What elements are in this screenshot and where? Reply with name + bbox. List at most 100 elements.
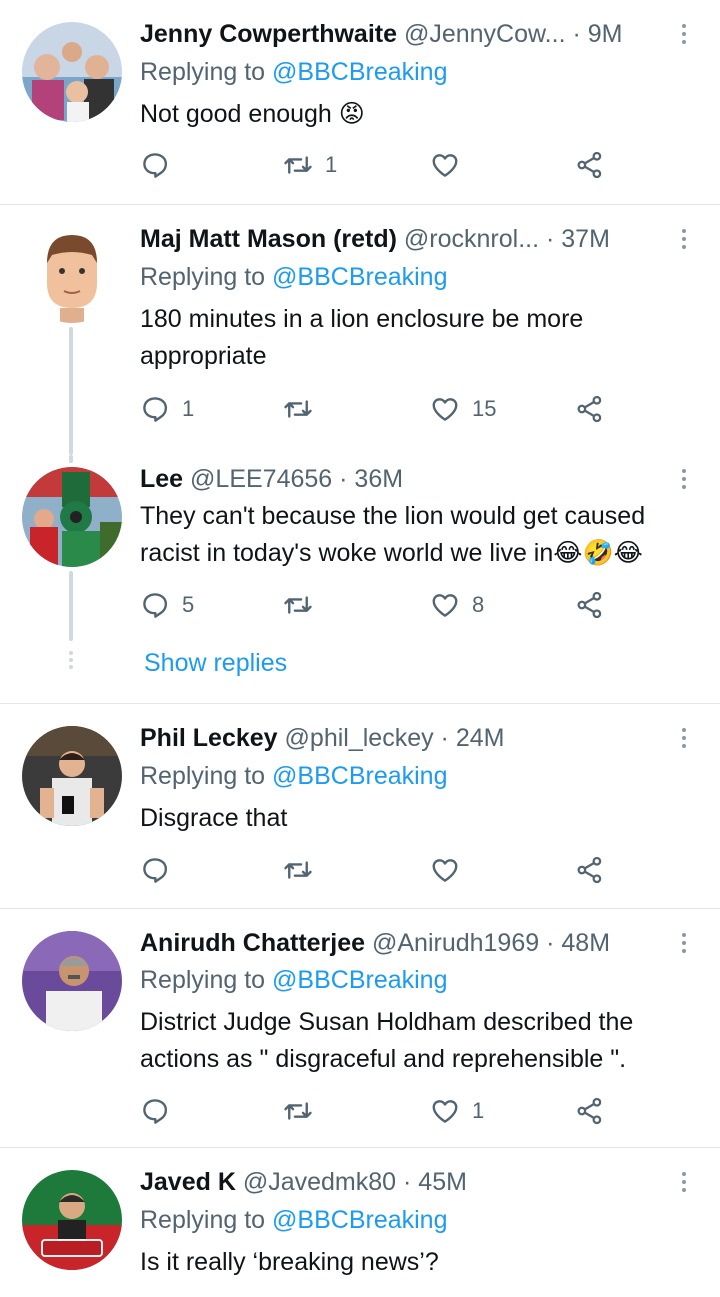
replying-to: Replying to @BBCBreaking bbox=[140, 54, 447, 90]
user-handle[interactable]: @phil_leckey bbox=[285, 724, 434, 752]
more-options-icon[interactable] bbox=[672, 923, 696, 963]
like-button[interactable]: 1 bbox=[430, 1093, 484, 1129]
more-options-icon[interactable] bbox=[672, 219, 696, 259]
mention-link[interactable]: @BBCBreaking bbox=[272, 58, 447, 86]
like-button[interactable]: 15 bbox=[430, 391, 496, 427]
display-name[interactable]: Phil Leckey bbox=[140, 724, 278, 752]
timestamp[interactable]: · 24M bbox=[441, 724, 505, 752]
retweet-button[interactable]: 1 bbox=[283, 147, 337, 183]
tweet-text: District Judge Susan Holdham described t… bbox=[140, 1008, 634, 1073]
avatar-photo bbox=[22, 223, 122, 323]
reply-button[interactable] bbox=[140, 852, 182, 888]
retweet-button[interactable] bbox=[283, 391, 325, 427]
more-options-icon[interactable] bbox=[672, 1162, 696, 1202]
reply-button[interactable] bbox=[140, 1093, 182, 1129]
replying-to: Replying to @BBCBreaking bbox=[140, 962, 447, 998]
reply-button[interactable]: 1 bbox=[140, 391, 194, 427]
mention-link[interactable]: @BBCBreaking bbox=[272, 762, 447, 790]
user-handle[interactable]: @Anirudh1969 bbox=[372, 929, 539, 957]
display-name[interactable]: Lee bbox=[140, 465, 183, 493]
reply-icon bbox=[140, 394, 170, 424]
avatar[interactable] bbox=[22, 726, 122, 826]
like-count: 15 bbox=[472, 396, 497, 421]
like-button[interactable]: 8 bbox=[430, 587, 484, 623]
avatar-photo bbox=[22, 467, 122, 567]
show-replies-link[interactable]: Show replies bbox=[144, 645, 287, 681]
reply-count: 5 bbox=[182, 592, 195, 617]
mention-link[interactable]: @BBCBreaking bbox=[272, 1206, 447, 1234]
tweet-card[interactable]: Anirudh Chatterjee @Anirudh1969 · 48M Re… bbox=[0, 909, 720, 1147]
replying-to: Replying to @BBCBreaking bbox=[140, 259, 447, 295]
avatar-photo bbox=[22, 22, 122, 122]
avatar[interactable] bbox=[22, 223, 122, 323]
timestamp[interactable]: · 37M bbox=[546, 225, 610, 253]
thread-line bbox=[69, 455, 73, 463]
tweet-header: Anirudh Chatterjee @Anirudh1969 · 48M bbox=[140, 923, 660, 963]
timestamp[interactable]: · 45M bbox=[403, 1168, 467, 1196]
mention-link[interactable]: @BBCBreaking bbox=[272, 966, 447, 994]
avatar-photo bbox=[22, 726, 122, 826]
like-button[interactable] bbox=[430, 852, 472, 888]
replying-to-label: Replying to bbox=[140, 263, 273, 291]
display-name[interactable]: Maj Matt Mason (retd) bbox=[140, 225, 397, 253]
retweet-button[interactable] bbox=[283, 852, 325, 888]
avatar[interactable] bbox=[22, 931, 122, 1031]
share-button[interactable] bbox=[575, 587, 605, 623]
retweet-button[interactable] bbox=[283, 1093, 325, 1129]
avatar[interactable] bbox=[22, 467, 122, 567]
like-button[interactable] bbox=[430, 147, 472, 183]
tweet-text: Disgrace that bbox=[140, 804, 288, 832]
like-icon bbox=[430, 1096, 460, 1126]
timestamp[interactable]: · 36M bbox=[339, 465, 403, 493]
share-button[interactable] bbox=[575, 147, 605, 183]
tweet-header: Javed K @Javedmk80 · 45M bbox=[140, 1162, 660, 1202]
tweet-text: They can't because the lion would get ca… bbox=[140, 502, 646, 567]
replying-to: Replying to @BBCBreaking bbox=[140, 758, 447, 794]
reply-button[interactable] bbox=[140, 147, 182, 183]
avatar[interactable] bbox=[22, 22, 122, 122]
display-name[interactable]: Anirudh Chatterjee bbox=[140, 929, 365, 957]
avatar[interactable] bbox=[22, 1170, 122, 1270]
tweet-card[interactable]: Lee @LEE74656 · 36M They can't because t… bbox=[0, 455, 720, 703]
replying-to: Replying to @BBCBreaking bbox=[140, 1202, 447, 1238]
mention-link[interactable]: @BBCBreaking bbox=[272, 263, 447, 291]
tweet-text: Is it really ‘breaking news’? bbox=[140, 1248, 439, 1276]
tweet-card[interactable]: Phil Leckey @phil_leckey · 24M Replying … bbox=[0, 704, 720, 908]
user-handle[interactable]: @JennyCow... bbox=[404, 20, 566, 48]
tweet-header: Lee @LEE74656 · 36M bbox=[140, 459, 660, 499]
share-icon bbox=[575, 855, 605, 885]
replying-to-label: Replying to bbox=[140, 966, 273, 994]
avatar-photo bbox=[22, 1170, 122, 1270]
display-name[interactable]: Jenny Cowperthwaite bbox=[140, 20, 397, 48]
user-handle[interactable]: @Javedmk80 bbox=[243, 1168, 396, 1196]
share-button[interactable] bbox=[575, 1093, 605, 1129]
tweet-header: Phil Leckey @phil_leckey · 24M bbox=[140, 718, 660, 758]
timestamp[interactable]: · 9M bbox=[572, 20, 622, 48]
tweet-card[interactable]: Javed K @Javedmk80 · 45M Replying to @BB… bbox=[0, 1148, 720, 1297]
tweet-header: Jenny Cowperthwaite @JennyCow... · 9M bbox=[140, 14, 660, 54]
thread-line bbox=[69, 327, 73, 455]
replying-to-label: Replying to bbox=[140, 58, 273, 86]
share-icon bbox=[575, 150, 605, 180]
tweet-card[interactable]: Maj Matt Mason (retd) @rocknrol... · 37M… bbox=[0, 205, 720, 455]
user-handle[interactable]: @LEE74656 bbox=[190, 465, 332, 493]
more-options-icon[interactable] bbox=[672, 718, 696, 758]
more-options-icon[interactable] bbox=[672, 459, 696, 499]
more-options-icon[interactable] bbox=[672, 14, 696, 54]
tweet-header: Maj Matt Mason (retd) @rocknrol... · 37M bbox=[140, 219, 660, 259]
like-count: 8 bbox=[472, 592, 485, 617]
share-button[interactable] bbox=[575, 852, 605, 888]
user-handle[interactable]: @rocknrol... bbox=[404, 225, 539, 253]
tweet-text: 180 minutes in a lion enclosure be more … bbox=[140, 305, 584, 370]
retweet-count: 1 bbox=[325, 152, 338, 177]
like-icon bbox=[430, 590, 460, 620]
tweet-card[interactable]: Jenny Cowperthwaite @JennyCow... · 9M Re… bbox=[0, 0, 720, 204]
avatar-photo bbox=[22, 931, 122, 1031]
reply-icon bbox=[140, 855, 170, 885]
reply-button[interactable]: 5 bbox=[140, 587, 194, 623]
timestamp[interactable]: · 48M bbox=[546, 929, 610, 957]
display-name[interactable]: Javed K bbox=[140, 1168, 236, 1196]
share-button[interactable] bbox=[575, 391, 605, 427]
retweet-icon bbox=[283, 1096, 313, 1126]
retweet-button[interactable] bbox=[283, 587, 325, 623]
